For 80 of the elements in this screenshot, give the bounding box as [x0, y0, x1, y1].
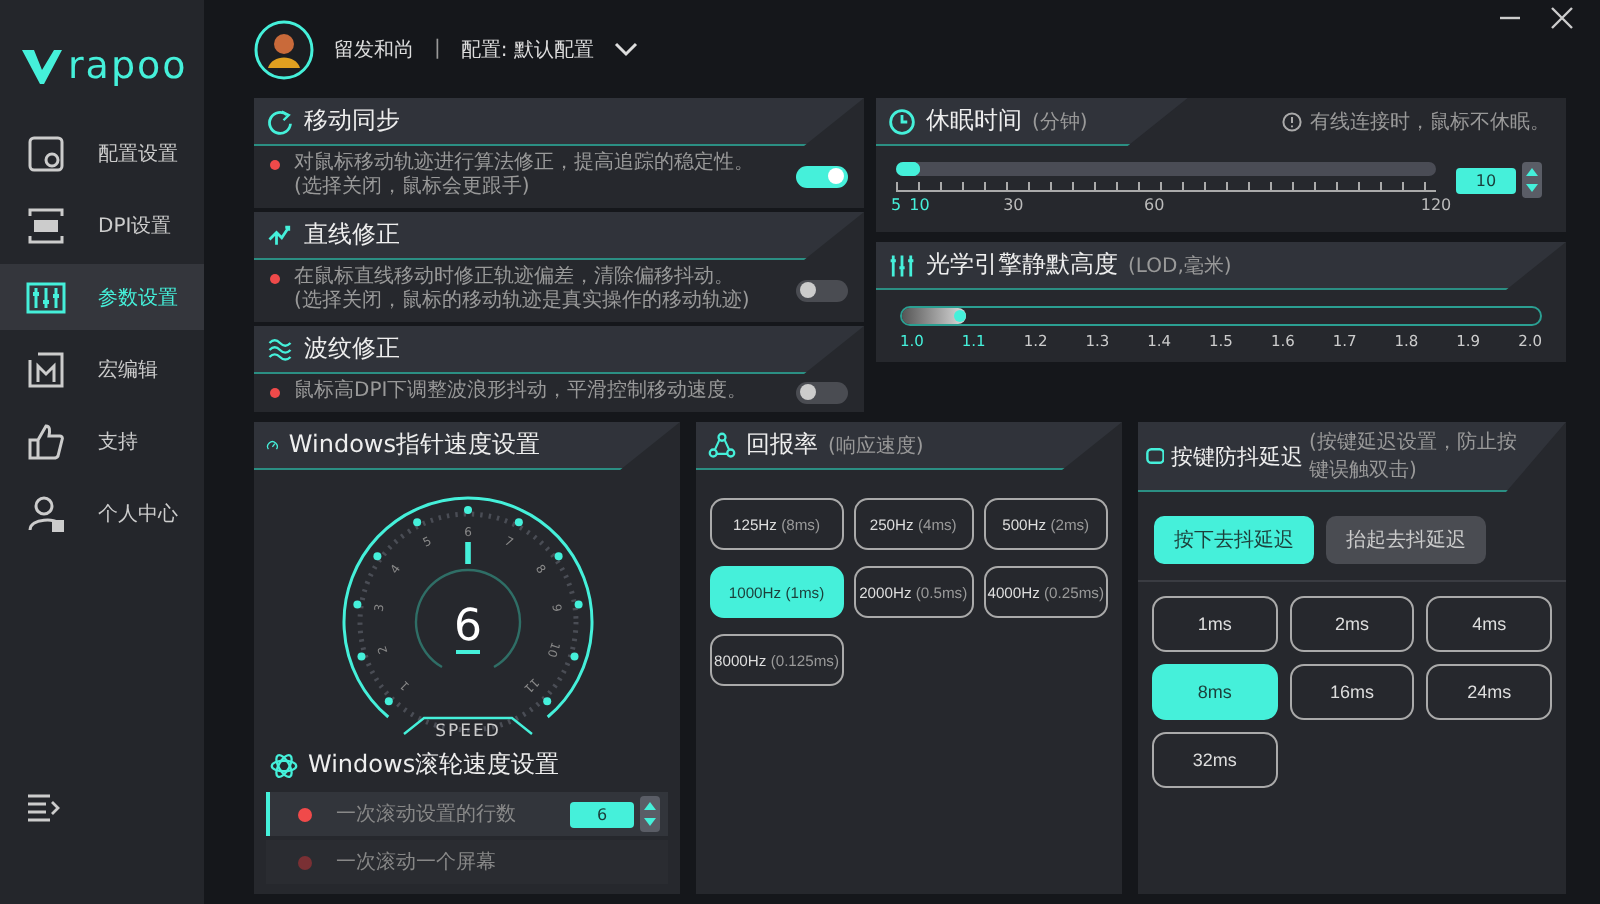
option-row[interactable]: 一次滚动设置的行数 6: [266, 792, 668, 836]
sidebar-item[interactable]: 参数设置: [0, 264, 204, 330]
card-title: 直线修正: [304, 218, 400, 252]
tick-label: 30: [1003, 196, 1024, 214]
atom-icon: [270, 751, 298, 779]
toggle-switch[interactable]: [796, 279, 848, 301]
description-text: 在鼠标直线移动时修正轨迹偏差，清除偏移抖动。 (选择关闭，鼠标的移动轨迹是真实操作的移动轨迹): [294, 266, 752, 314]
delay-button[interactable]: 16ms: [1289, 664, 1415, 720]
sidebar-item[interactable]: 配置设置: [0, 120, 204, 186]
clock-icon: [888, 107, 916, 135]
mode-tab[interactable]: 抬起去抖延迟: [1326, 516, 1486, 564]
logo-text: rapoo: [68, 44, 188, 88]
bullet-icon: [270, 388, 280, 398]
collapse-menu-icon[interactable]: [26, 792, 62, 824]
unit-note: (响应速度): [828, 433, 924, 459]
config-icon: [26, 133, 66, 173]
value-field[interactable]: 6: [570, 801, 634, 827]
toggle-switch[interactable]: [796, 381, 848, 403]
section-title: Windows滚轮速度设置: [308, 748, 560, 782]
tick-label: 10: [909, 196, 930, 214]
card-title: 按键防抖延迟: [1170, 441, 1303, 471]
unit-note: (LOD,毫米): [1128, 253, 1232, 279]
card-title: 回报率: [746, 428, 818, 462]
sync-icon: [266, 107, 294, 135]
delay-button[interactable]: 32ms: [1152, 732, 1278, 788]
slider-track[interactable]: [896, 162, 1436, 176]
card-title: Windows指针速度设置: [288, 428, 540, 462]
delay-button[interactable]: 24ms: [1426, 664, 1552, 720]
bullet-icon: [270, 160, 280, 170]
description-text: 对鼠标移动轨迹进行算法修正，提高追踪的稳定性。 (选择关闭，鼠标会更跟手): [294, 152, 756, 200]
user-name: 留发和尚: [334, 37, 414, 63]
sidebar-item[interactable]: 支持: [0, 408, 204, 474]
straight-icon: [266, 221, 294, 249]
support-icon: [26, 421, 66, 461]
spinner-arrows-icon[interactable]: [640, 796, 660, 832]
rounded-square-icon: [1146, 444, 1165, 468]
macro-icon: [26, 349, 66, 389]
card-title: 移动同步: [304, 104, 400, 138]
toggle-switch[interactable]: [796, 165, 848, 187]
avatar-icon[interactable]: [254, 19, 314, 79]
sidebar-item[interactable]: 个人中心: [0, 480, 204, 546]
delay-button[interactable]: 2ms: [1289, 596, 1415, 652]
delay-button[interactable]: 8ms: [1152, 664, 1278, 720]
slider-track[interactable]: [900, 306, 1542, 326]
hint-text: 有线连接时，鼠标不休眠。: [1310, 109, 1550, 136]
bullet-icon: [270, 274, 280, 284]
tick-label: 60: [1144, 196, 1165, 214]
logo-mark-icon: [20, 46, 64, 86]
sidebar-item[interactable]: DPI设置: [0, 192, 204, 258]
speed-label: SPEED: [434, 722, 500, 738]
sidebar-item[interactable]: 宏编辑: [0, 336, 204, 402]
network-icon: [708, 431, 736, 459]
radio-dot[interactable]: [298, 807, 312, 821]
mode-tab[interactable]: 按下去抖延迟: [1154, 516, 1314, 564]
card-title: 休眠时间: [926, 104, 1022, 138]
radio-dot[interactable]: [298, 855, 312, 869]
delay-button[interactable]: 4ms: [1426, 596, 1552, 652]
value-field[interactable]: 10: [1456, 167, 1516, 193]
unit-note: (分钟): [1032, 109, 1088, 135]
info-icon: [1282, 112, 1302, 132]
close-icon[interactable]: [1550, 6, 1574, 30]
params-icon: [26, 277, 66, 317]
card-title: 波纹修正: [304, 332, 400, 366]
description-text: 鼠标高DPI下调整波浪形抖动，平滑控制移动速度。: [294, 380, 750, 404]
profile-name: 配置: 默认配置: [460, 37, 594, 63]
unit-note: (按键延迟设置，防止按键误触双击): [1308, 429, 1519, 484]
spinner-arrows-icon[interactable]: [1522, 162, 1542, 198]
ripple-icon: [266, 335, 294, 363]
sliders-icon: [888, 251, 916, 279]
delay-button[interactable]: 1ms: [1152, 596, 1278, 652]
speed-value: 6: [453, 602, 481, 652]
tick-label: 5: [890, 196, 902, 214]
chevron-down-icon[interactable]: [613, 41, 638, 57]
dpi-icon: [26, 205, 66, 245]
tick-label: 120: [1420, 196, 1452, 214]
option-row[interactable]: 一次滚动一个屏幕: [266, 840, 668, 884]
value-underline: [455, 650, 479, 654]
card-title: 光学引擎静默高度: [926, 248, 1118, 282]
user-icon: [26, 493, 66, 533]
separator-text: |: [434, 38, 441, 60]
